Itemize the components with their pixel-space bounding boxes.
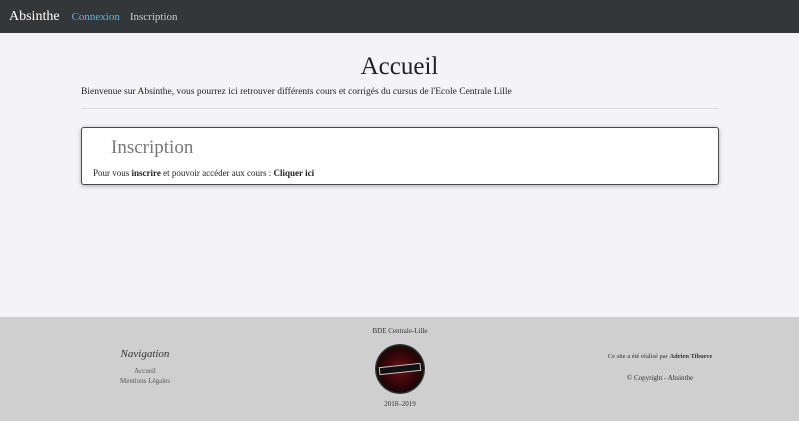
footer-copyright: © Copyright - Absinthe [626,374,694,382]
footer: Navigation Accueil Mentions Légales BDE … [0,317,799,421]
footer-link-accueil[interactable]: Accueil [95,366,195,376]
bde-title: BDE Centrale-Lille [372,327,428,335]
inscription-card: Inscription Pour vous inscrire et pouvoi… [81,127,719,185]
brand-link[interactable]: Absinthe [9,9,60,25]
footer-year: 2018–2019 [384,400,416,408]
nav-link-connexion[interactable]: Connexion [72,11,120,23]
card-title: Inscription [111,137,194,158]
credit-name: Adrien Tiburce [669,353,713,360]
footer-navigation-links: Accueil Mentions Légales [95,366,195,386]
divider [81,108,719,109]
card-text: Pour vous inscrire et pouvoir accéder au… [93,168,314,178]
credit-prefix: Ce site a été réalisé par [607,353,670,360]
bde-logo-icon [376,345,424,393]
footer-navigation-heading: Navigation [120,348,170,360]
nav-link-inscription[interactable]: Inscription [130,11,178,23]
card-text-bold: inscrire [131,168,161,178]
cliquer-ici-link[interactable]: Cliquer ici [274,168,315,178]
logo-banner [378,362,422,376]
card-text-after: et pouvoir accéder aux cours : [160,168,274,178]
top-navbar: Absinthe Connexion Inscription [0,0,799,33]
footer-link-mentions-legales[interactable]: Mentions Légales [95,376,195,386]
page-title: Accueil [360,53,439,80]
card-text-before: Pour vous [93,168,132,178]
footer-credit: Ce site a été réalisé par Adrien Tiburce [590,353,730,360]
main-content: Accueil Bienvenue sur Absinthe, vous pou… [0,33,799,317]
intro-text: Bienvenue sur Absinthe, vous pourrez ici… [81,87,512,97]
